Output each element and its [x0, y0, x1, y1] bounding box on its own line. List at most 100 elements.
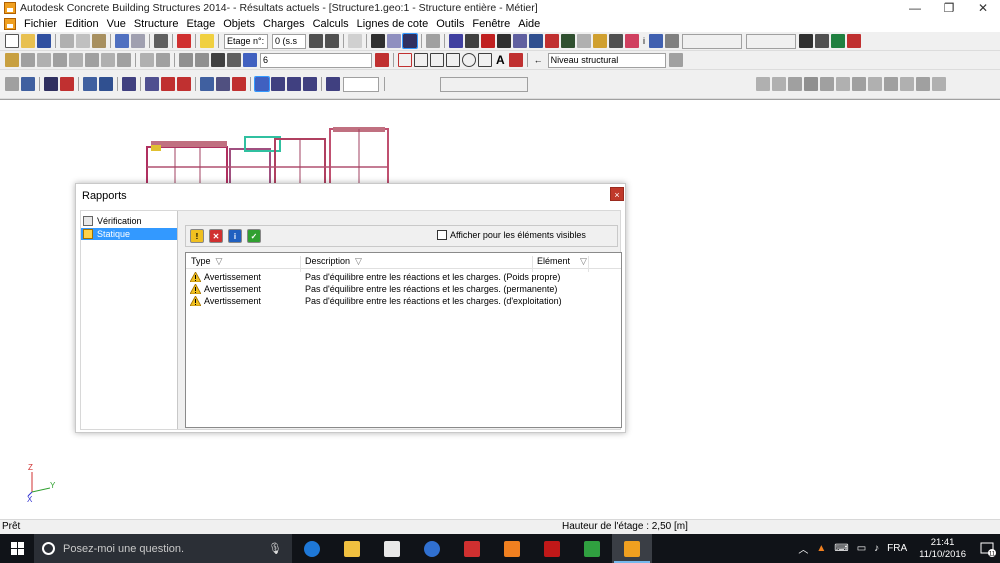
text-tool-icon[interactable]: A — [496, 53, 505, 67]
maximize-button[interactable]: ❐ — [932, 0, 966, 16]
cut-icon[interactable] — [60, 34, 74, 48]
menu-lignes-de-cote[interactable]: Lignes de cote — [353, 16, 433, 32]
warning-filter-icon[interactable]: ! — [190, 229, 204, 243]
etage-select[interactable]: 0 (s.s — [272, 33, 306, 49]
error-filter-icon[interactable]: ✕ — [209, 229, 223, 243]
wall-icon[interactable] — [481, 34, 495, 48]
undo-icon[interactable] — [115, 34, 129, 48]
taskbar-app-4[interactable] — [412, 534, 452, 563]
next-floor-icon[interactable] — [325, 34, 339, 48]
tool-icon[interactable] — [852, 77, 866, 91]
help-icon[interactable] — [200, 34, 214, 48]
table-row[interactable]: Avertissement Pas d'équilibre entre les … — [186, 283, 621, 295]
layers-icon[interactable] — [815, 34, 829, 48]
view-icon[interactable] — [387, 34, 401, 48]
load-icon[interactable] — [216, 77, 230, 91]
start-button[interactable] — [0, 534, 34, 563]
point-icon[interactable] — [398, 53, 412, 67]
menu-calculs[interactable]: Calculs — [309, 16, 353, 32]
table-row[interactable]: Avertissement Pas d'équilibre entre les … — [186, 295, 621, 307]
load-icon[interactable] — [232, 77, 246, 91]
detail-icon[interactable] — [625, 34, 639, 48]
table-icon[interactable] — [593, 34, 607, 48]
edit-icon[interactable] — [577, 34, 591, 48]
tray-app-icon[interactable]: ▲ — [816, 543, 826, 554]
taskbar-store[interactable] — [372, 534, 412, 563]
load-value-field[interactable] — [343, 76, 379, 92]
column-icon[interactable] — [465, 34, 479, 48]
save-icon[interactable] — [37, 34, 51, 48]
draw-icon[interactable] — [140, 53, 154, 67]
footing-icon[interactable] — [513, 34, 527, 48]
ime-icon[interactable]: ⌨ — [834, 543, 848, 554]
object-type-icon[interactable] — [69, 53, 83, 67]
menu-aide[interactable]: Aide — [514, 16, 544, 32]
minimize-button[interactable]: — — [898, 0, 932, 16]
object-type-icon[interactable] — [21, 53, 35, 67]
properties-icon[interactable] — [799, 34, 813, 48]
redo-icon[interactable] — [131, 34, 145, 48]
document-icon[interactable] — [4, 18, 16, 30]
load-icon[interactable] — [122, 77, 136, 91]
object-type-icon[interactable] — [101, 53, 115, 67]
calc-icon[interactable] — [831, 34, 845, 48]
menu-outils[interactable]: Outils — [432, 16, 468, 32]
tool-icon[interactable] — [836, 77, 850, 91]
load-icon[interactable] — [271, 77, 285, 91]
linear-load-icon[interactable] — [177, 77, 191, 91]
dialog-close-button[interactable]: × — [610, 187, 624, 201]
menu-structure[interactable]: Structure — [130, 16, 183, 32]
load-icon[interactable] — [303, 77, 317, 91]
object-type-icon[interactable] — [117, 53, 131, 67]
filter-icon[interactable]: ▽ — [355, 256, 362, 266]
taskbar-cbs[interactable] — [612, 534, 652, 563]
object-type-icon[interactable] — [53, 53, 67, 67]
taskbar-app-6[interactable] — [492, 534, 532, 563]
load-case-select[interactable] — [440, 76, 528, 92]
load-icon[interactable] — [99, 77, 113, 91]
selected-load-icon[interactable] — [254, 76, 270, 92]
prev-floor-icon[interactable] — [309, 34, 323, 48]
tool-icon[interactable] — [916, 77, 930, 91]
draw-icon[interactable] — [156, 53, 170, 67]
tool-icon[interactable] — [900, 77, 914, 91]
circle-icon[interactable] — [462, 53, 476, 67]
paste-icon[interactable] — [92, 34, 106, 48]
dimension-icon[interactable] — [508, 53, 523, 67]
load-icon[interactable] — [326, 77, 340, 91]
tool-icon[interactable] — [932, 77, 946, 91]
layer-select[interactable]: 6 — [260, 52, 372, 68]
network-icon[interactable]: ▭ — [857, 543, 866, 554]
object-type-icon[interactable] — [85, 53, 99, 67]
tree-item-verification[interactable]: Vérification — [81, 215, 177, 227]
filter-icon[interactable]: ▽ — [216, 256, 223, 266]
beam-icon[interactable] — [449, 34, 463, 48]
tool-icon[interactable] — [868, 77, 882, 91]
load-icon[interactable] — [5, 77, 19, 91]
taskbar-edge[interactable] — [292, 534, 332, 563]
rectangle-icon[interactable] — [478, 53, 492, 67]
tool-icon[interactable] — [804, 77, 818, 91]
volume-icon[interactable]: ♪ — [874, 543, 879, 554]
stair-icon[interactable] — [561, 34, 575, 48]
snap-icon[interactable] — [179, 53, 193, 67]
arrow-tool-icon[interactable] — [348, 34, 362, 48]
load-icon[interactable] — [21, 77, 35, 91]
menu-etage[interactable]: Etage — [182, 16, 219, 32]
tool-icon[interactable] — [772, 77, 786, 91]
taskbar-explorer[interactable] — [332, 534, 372, 563]
snap-icon[interactable] — [243, 53, 257, 67]
visible-elements-checkbox[interactable] — [437, 230, 447, 240]
polyline-icon[interactable] — [430, 53, 444, 67]
taskbar-acrobat[interactable] — [532, 534, 572, 563]
empty-field-1[interactable] — [682, 33, 742, 49]
results-icon[interactable] — [847, 34, 861, 48]
slab-icon[interactable] — [497, 34, 511, 48]
new-file-icon[interactable] — [5, 34, 19, 48]
snap-icon[interactable] — [227, 53, 241, 67]
table-row[interactable]: Avertissement Pas d'équilibre entre les … — [186, 271, 621, 283]
lock-icon[interactable] — [665, 34, 679, 48]
load-icon[interactable] — [200, 77, 214, 91]
move-icon[interactable] — [426, 34, 440, 48]
snap-icon[interactable] — [211, 53, 225, 67]
